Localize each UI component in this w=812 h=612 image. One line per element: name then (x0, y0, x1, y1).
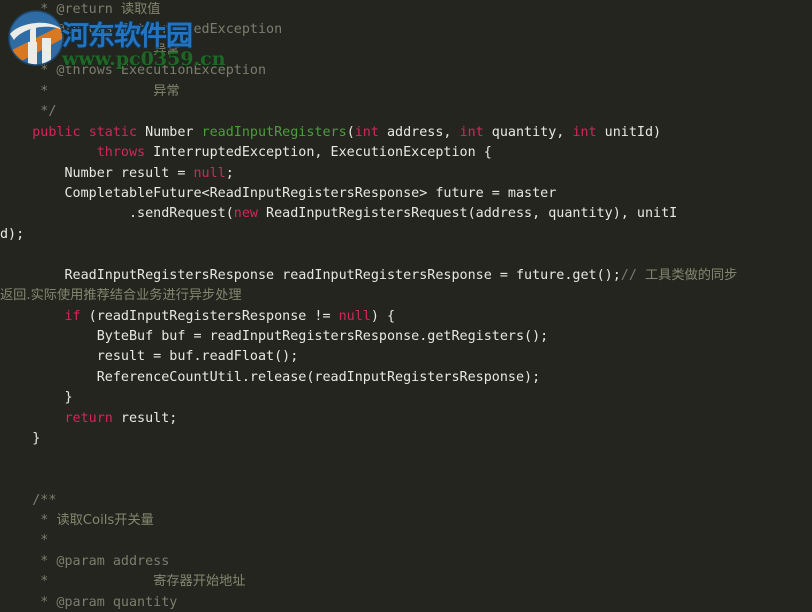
code-token: * @param address (0, 553, 170, 569)
code-token: throws (96, 145, 146, 161)
code-token: 异常 (153, 42, 180, 58)
code-token: d); (0, 226, 25, 242)
code-token: ) { (370, 308, 396, 324)
code-token: 读取值 (120, 2, 161, 17)
code-token: null (193, 165, 226, 181)
code-line: public static Number readInputRegisters(… (0, 123, 812, 143)
code-line: /** (0, 491, 812, 511)
code-token: ByteBuf buf = readInputRegistersResponse… (0, 329, 549, 344)
code-token: int (354, 124, 379, 140)
code-token: readInputRegisters (201, 124, 347, 140)
code-token: ReferenceCountUtil.release(readInputRegi… (0, 369, 541, 385)
code-token: // (620, 267, 645, 283)
code-token: * @throws ExecutionException (0, 63, 267, 79)
code-line: * 读取Coils开关量 (0, 511, 812, 531)
code-token: static (88, 124, 138, 140)
code-token: ; (225, 165, 234, 181)
code-token: public (32, 124, 81, 140)
code-line: } (0, 429, 812, 449)
code-token: * @param quantity (0, 594, 178, 610)
code-token: 寄存器开始地址 (153, 574, 246, 590)
code-line: * @throws InterruptedException (0, 20, 812, 40)
code-line: .sendRequest(new ReadInputRegistersReque… (0, 204, 812, 224)
code-line: } (0, 388, 812, 408)
code-line: if (readInputRegistersResponse != null) … (0, 307, 812, 327)
code-line: * @return 读取值 (0, 0, 812, 20)
code-token: * @throws InterruptedException (0, 22, 283, 38)
code-line: * 异常 (0, 41, 812, 61)
code-line: ReadInputRegistersResponse readInputRegi… (0, 266, 812, 286)
code-token: InterruptedException, ExecutionException… (145, 145, 492, 161)
code-line: * @param address (0, 552, 812, 572)
code-token: return (64, 410, 113, 426)
code-line: ByteBuf buf = readInputRegistersResponse… (0, 327, 812, 347)
code-line: CompletableFuture<ReadInputRegistersResp… (0, 184, 812, 204)
code-token: result = buf.readFloat(); (0, 349, 299, 365)
code-token: } (0, 431, 41, 447)
code-token: result; (112, 410, 178, 426)
code-line: * @throws ExecutionException (0, 61, 812, 81)
code-line: * 异常 (0, 82, 812, 102)
code-token: */ (0, 104, 57, 120)
code-token: Number result = (0, 165, 194, 181)
code-line: * (0, 531, 812, 551)
code-token: int (572, 124, 597, 140)
code-token: ReadInputRegistersRequest(address, quant… (257, 206, 678, 222)
code-line: d); (0, 225, 812, 245)
code-line: Number result = null; (0, 164, 812, 184)
code-token: * (0, 42, 154, 58)
code-token: * (0, 83, 154, 99)
code-token: address, (378, 124, 460, 140)
code-token: if (64, 308, 81, 324)
code-line: ReferenceCountUtil.release(readInputRegi… (0, 368, 812, 388)
code-token: * (0, 512, 57, 528)
code-token: new (233, 206, 258, 222)
code-token: Number (137, 124, 202, 140)
code-token: 读取Coils开关量 (56, 512, 154, 528)
code-token: .sendRequest( (0, 206, 234, 222)
code-line: * 寄存器开始地址 (0, 572, 812, 592)
code-token: * @return (0, 2, 121, 17)
code-line: result = buf.readFloat(); (0, 347, 812, 367)
code-token: 异常 (153, 83, 180, 99)
code-line: 返回.实际使用推荐结合业务进行异步处理 (0, 286, 812, 306)
code-token: unitId) (596, 124, 662, 140)
code-line: return result; (0, 409, 812, 429)
code-line: * @param quantity (0, 593, 812, 612)
code-token: null (338, 308, 371, 324)
code-token: int (459, 124, 484, 140)
code-token: (readInputRegistersResponse != (80, 308, 339, 324)
code-text-area[interactable]: * @return 读取值 * @throws InterruptedExcep… (0, 0, 812, 612)
code-token: 工具类做的同步 (644, 267, 738, 283)
code-token: /** (0, 492, 57, 508)
code-line: throws InterruptedException, ExecutionEx… (0, 143, 812, 163)
code-token: ReadInputRegistersResponse readInputRegi… (0, 267, 621, 283)
code-token: * (0, 574, 154, 590)
code-token: 返回.实际使用推荐结合业务进行异步处理 (0, 288, 242, 304)
code-token: ( (346, 124, 355, 140)
code-line: */ (0, 102, 812, 122)
code-token: * (0, 533, 49, 549)
code-token: } (0, 390, 73, 406)
code-token: quantity, (483, 124, 573, 140)
code-editor-window: * @return 读取值 * @throws InterruptedExcep… (0, 0, 812, 612)
code-token: CompletableFuture<ReadInputRegistersResp… (0, 185, 557, 201)
